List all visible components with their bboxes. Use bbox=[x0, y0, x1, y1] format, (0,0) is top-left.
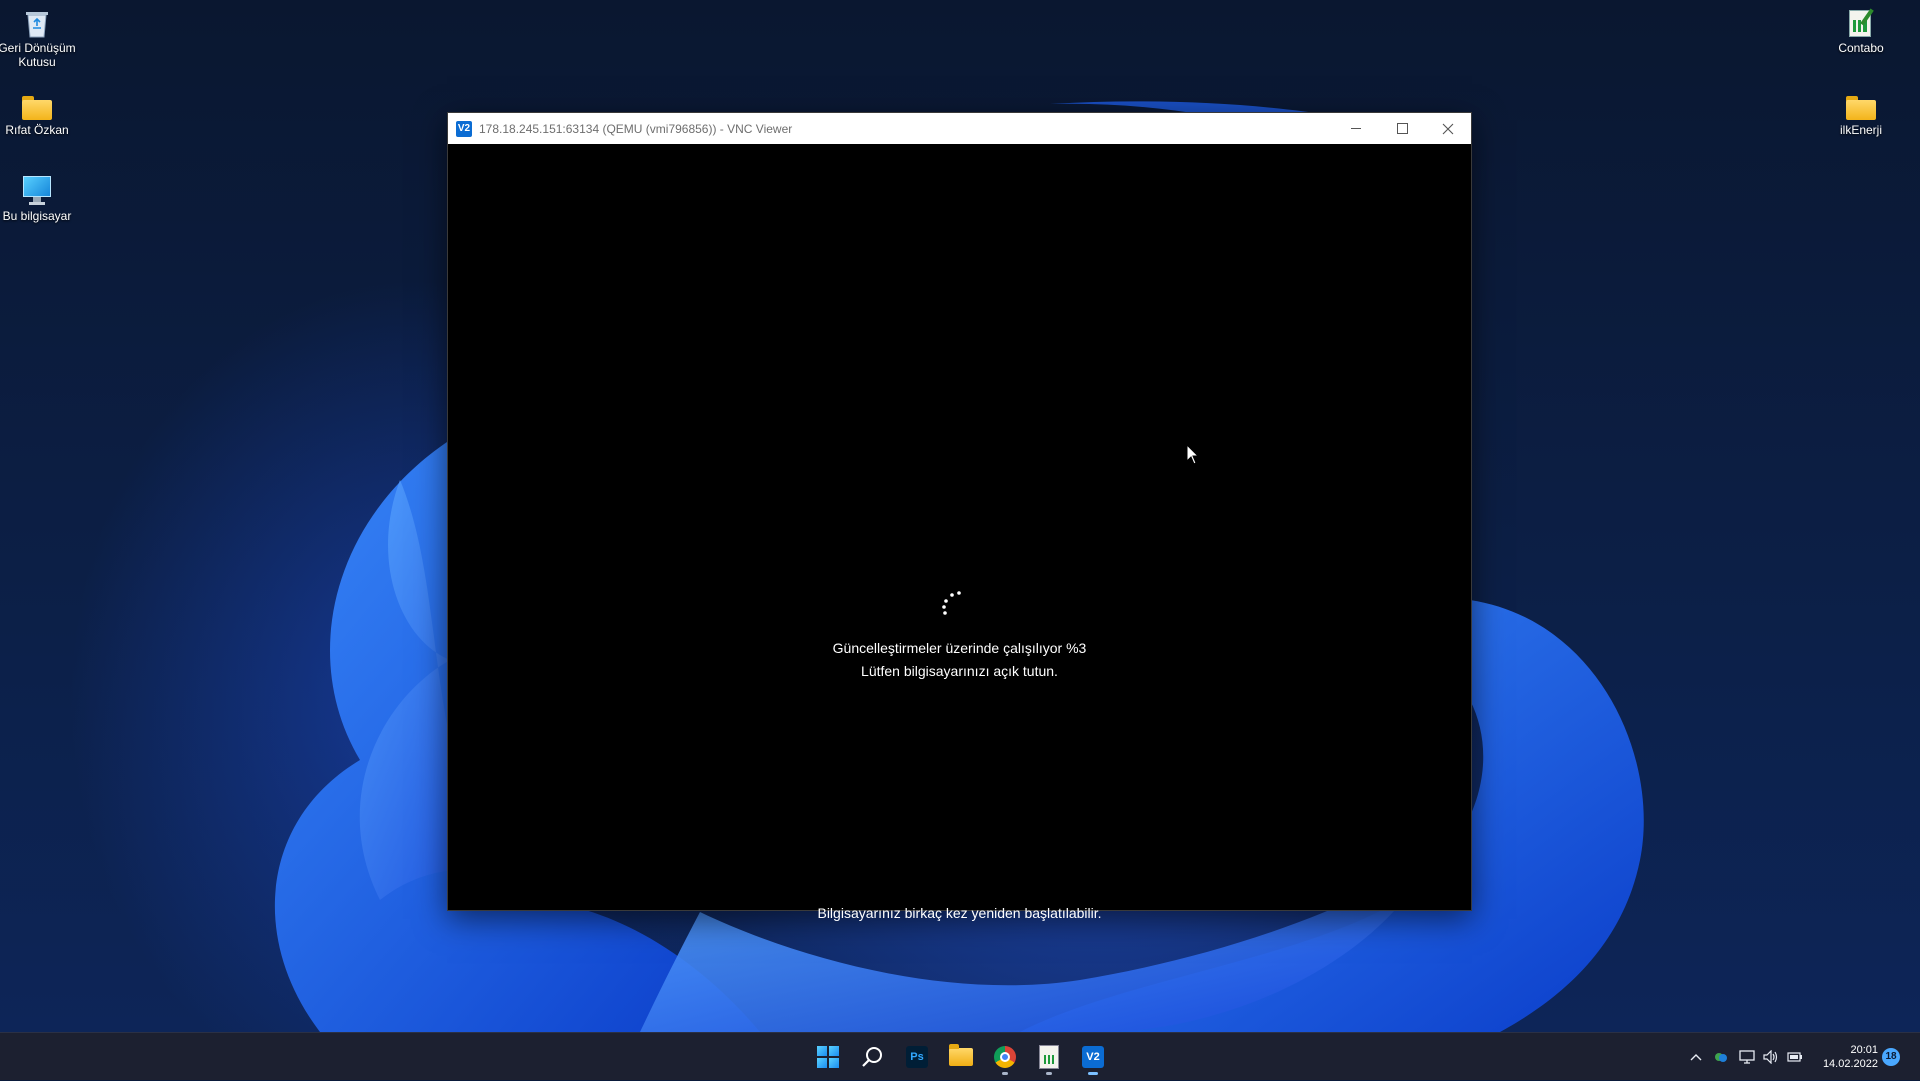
photoshop-icon: Ps bbox=[906, 1046, 928, 1068]
remote-screen[interactable]: Güncelleştirmeler üzerinde çalışılıyor %… bbox=[448, 144, 1471, 921]
minimize-icon bbox=[1351, 128, 1361, 129]
vnc-viewer-window[interactable]: V2 178.18.245.151:63134 (QEMU (vmi796856… bbox=[447, 112, 1472, 921]
maximize-icon bbox=[1396, 123, 1408, 134]
desktop-icon-ilkenerji[interactable]: ilkEnerji bbox=[1821, 96, 1901, 137]
battery-tray[interactable] bbox=[1784, 1033, 1806, 1081]
taskbar-vnc-viewer[interactable]: V2 bbox=[1077, 1041, 1109, 1075]
close-button[interactable] bbox=[1425, 113, 1471, 144]
chevron-up-icon bbox=[1690, 1054, 1702, 1061]
maximize-button[interactable] bbox=[1379, 113, 1425, 144]
running-indicator bbox=[1088, 1072, 1098, 1075]
folder-icon bbox=[1846, 96, 1876, 120]
taskbar-chrome[interactable] bbox=[989, 1041, 1021, 1075]
desktop-icon-label: Contabo bbox=[1838, 41, 1884, 55]
running-indicator bbox=[1002, 1072, 1008, 1075]
loading-spinner-icon bbox=[942, 591, 961, 615]
desktop-icon-this-pc[interactable]: Bu bilgisayar bbox=[0, 176, 77, 223]
start-icon bbox=[817, 1046, 839, 1068]
desktop-icon-label: Bu bilgisayar bbox=[2, 209, 72, 223]
window-titlebar[interactable]: V2 178.18.245.151:63134 (QEMU (vmi796856… bbox=[448, 113, 1471, 144]
recycle-bin-icon bbox=[24, 8, 50, 38]
update-keep-on-text: Lütfen bilgisayarınızı açık tutun. bbox=[861, 663, 1058, 679]
clock-time: 20:01 bbox=[1850, 1044, 1878, 1056]
window-title: 178.18.245.151:63134 (QEMU (vmi796856)) … bbox=[479, 121, 793, 136]
chrome-icon bbox=[994, 1046, 1016, 1068]
network-tray[interactable] bbox=[1736, 1033, 1758, 1081]
taskbar-photoshop[interactable]: Ps bbox=[901, 1041, 933, 1073]
onedrive-tray[interactable] bbox=[1710, 1033, 1732, 1081]
taskbar-clock[interactable]: 20:01 14.02.2022 bbox=[1808, 1043, 1878, 1071]
taskbar: Ps V2 20:01 14.02.2022 18 bbox=[0, 1032, 1920, 1080]
folder-icon bbox=[22, 96, 52, 120]
desktop-icon-contabo[interactable]: Contabo bbox=[1821, 8, 1901, 55]
desktop-icon-user-folder[interactable]: Rıfat Özkan bbox=[0, 96, 77, 137]
show-hidden-icons-button[interactable] bbox=[1686, 1033, 1706, 1081]
vnc-viewer-icon: V2 bbox=[1082, 1046, 1104, 1068]
notepad-icon bbox=[1039, 1045, 1059, 1069]
desktop-icon-recycle-bin[interactable]: Geri Dönüşüm Kutusu bbox=[0, 8, 77, 69]
desktop-icon-label: Geri Dönüşüm Kutusu bbox=[0, 41, 76, 69]
running-indicator bbox=[1046, 1072, 1052, 1075]
desktop: Geri Dönüşüm Kutusu Rıfat Özkan Bu bilgi… bbox=[0, 0, 1920, 1032]
notification-badge[interactable]: 18 bbox=[1882, 1048, 1900, 1066]
search-button[interactable] bbox=[857, 1041, 889, 1073]
taskbar-file-explorer[interactable] bbox=[945, 1041, 977, 1073]
file-explorer-icon bbox=[949, 1044, 973, 1066]
taskbar-notepad[interactable] bbox=[1033, 1041, 1065, 1075]
close-icon bbox=[1442, 123, 1454, 134]
minimize-button[interactable] bbox=[1333, 113, 1379, 144]
notepad-chart-icon bbox=[1847, 8, 1875, 38]
start-button[interactable] bbox=[812, 1041, 844, 1073]
update-restart-note: Bilgisayarınız birkaç kez yeniden başlat… bbox=[817, 905, 1102, 921]
mouse-cursor-icon bbox=[1186, 444, 1200, 465]
computer-icon bbox=[21, 176, 53, 206]
volume-tray[interactable] bbox=[1760, 1033, 1782, 1081]
update-status-text: Güncelleştirmeler üzerinde çalışılıyor %… bbox=[832, 640, 1087, 656]
network-icon bbox=[1739, 1050, 1755, 1064]
volume-icon bbox=[1763, 1050, 1778, 1064]
desktop-icon-label: Rıfat Özkan bbox=[5, 123, 69, 137]
desktop-icon-label: ilkEnerji bbox=[1839, 123, 1882, 137]
clock-date: 14.02.2022 bbox=[1822, 1058, 1878, 1070]
vnc-viewer-icon: V2 bbox=[456, 120, 472, 137]
search-icon bbox=[862, 1047, 882, 1067]
onedrive-icon bbox=[1715, 1053, 1727, 1062]
battery-icon bbox=[1787, 1052, 1802, 1062]
